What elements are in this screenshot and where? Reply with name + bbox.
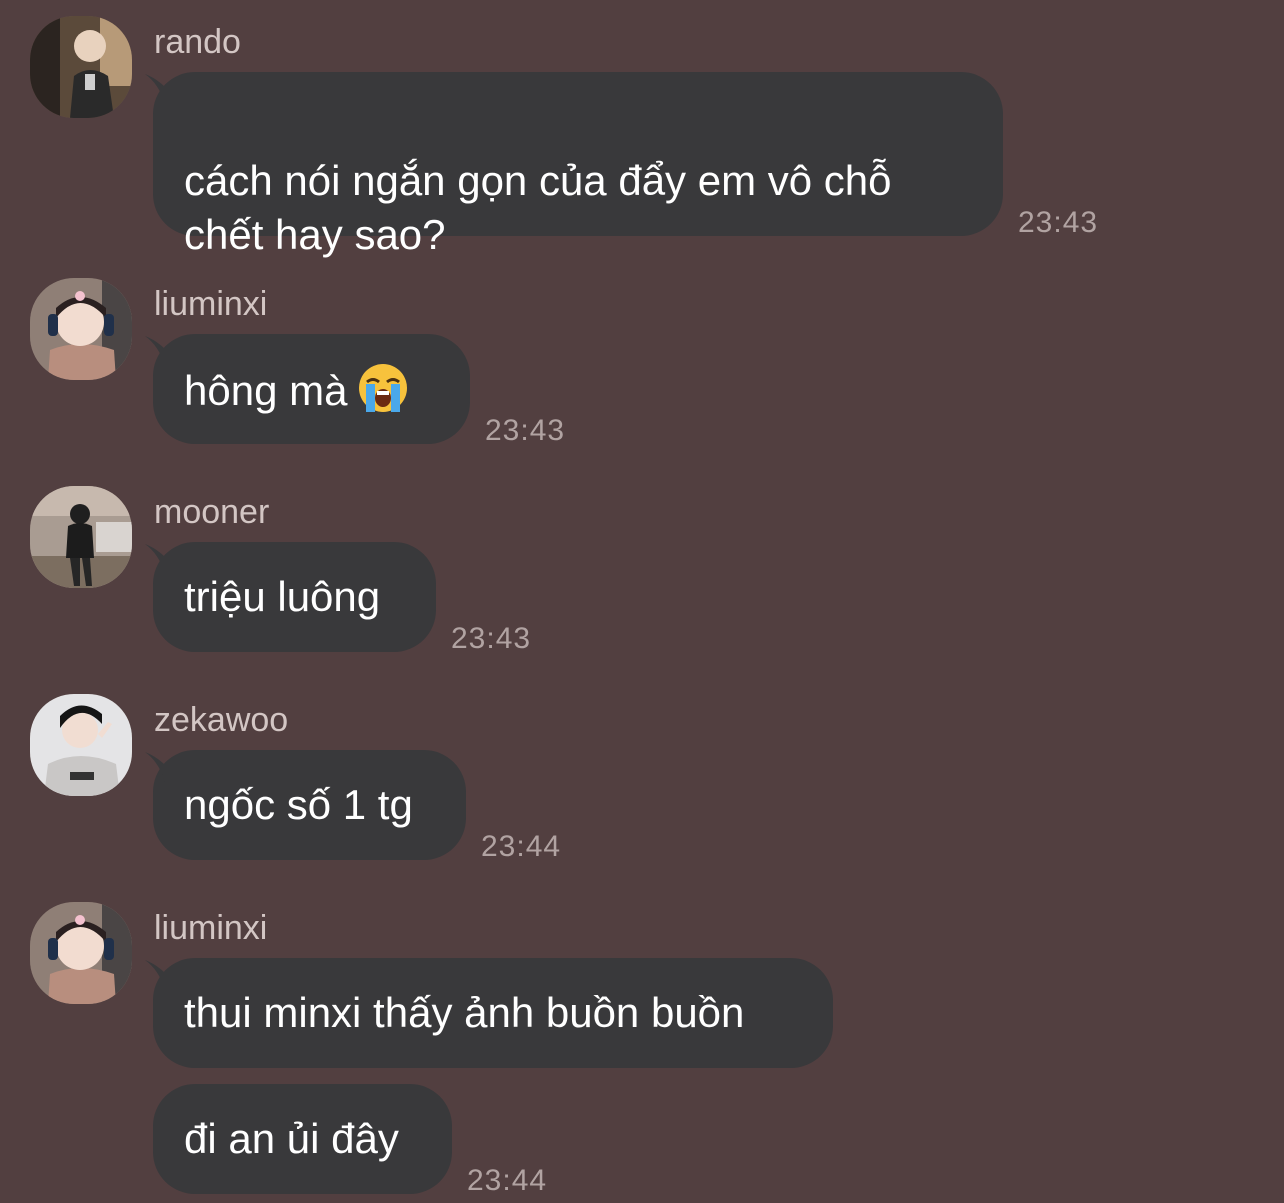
sender-name[interactable]: mooner bbox=[154, 492, 269, 532]
message-text: ngốc số 1 tg bbox=[184, 781, 413, 828]
message-text: hông mà bbox=[184, 367, 348, 414]
bubble-tail bbox=[145, 544, 175, 574]
message-timestamp: 23:43 bbox=[485, 414, 566, 447]
avatar-liuminxi[interactable] bbox=[30, 278, 132, 380]
message-text: cách nói ngắn gọn của đẩy em vô chỗ chết… bbox=[184, 157, 892, 258]
message-timestamp: 23:43 bbox=[1018, 206, 1099, 239]
user-photo-icon bbox=[30, 486, 132, 588]
message-timestamp: 23:44 bbox=[481, 830, 562, 863]
message-bubble[interactable]: ngốc số 1 tg bbox=[153, 750, 466, 860]
bubble-tail bbox=[145, 74, 175, 104]
user-photo-icon bbox=[30, 16, 132, 118]
avatar-zekawoo[interactable] bbox=[30, 694, 132, 796]
sender-name[interactable]: zekawoo bbox=[154, 700, 288, 740]
message-timestamp: 23:43 bbox=[451, 622, 532, 655]
message-bubble[interactable]: cách nói ngắn gọn của đẩy em vô chỗ chết… bbox=[153, 72, 1003, 258]
sender-name[interactable]: liuminxi bbox=[154, 284, 267, 324]
bubble-tail bbox=[145, 960, 175, 990]
message-bubble[interactable]: thui minxi thấy ảnh buồn buồn bbox=[153, 958, 833, 1068]
user-photo-icon bbox=[30, 902, 132, 1004]
message-bubble[interactable]: hông mà bbox=[153, 334, 470, 444]
sender-name[interactable]: liuminxi bbox=[154, 908, 267, 948]
avatar-mooner[interactable] bbox=[30, 486, 132, 588]
bubble-tail bbox=[145, 336, 175, 366]
message-timestamp: 23:44 bbox=[467, 1164, 548, 1197]
message-text: triệu luông bbox=[184, 573, 381, 620]
user-photo-icon bbox=[30, 694, 132, 796]
loudly-crying-face-icon bbox=[359, 364, 408, 412]
sender-name[interactable]: rando bbox=[154, 22, 241, 62]
message-text: đi an ủi đây bbox=[184, 1115, 399, 1162]
user-photo-icon bbox=[30, 278, 132, 380]
message-bubble[interactable]: đi an ủi đây bbox=[153, 1084, 452, 1194]
avatar-rando[interactable] bbox=[30, 16, 132, 118]
message-text: thui minxi thấy ảnh buồn buồn bbox=[184, 989, 745, 1036]
chat-thread: rando cách nói ngắn gọn của đẩy em vô ch… bbox=[0, 0, 1284, 1203]
message-bubble[interactable]: triệu luông bbox=[153, 542, 436, 652]
bubble-tail bbox=[145, 752, 175, 782]
avatar-liuminxi[interactable] bbox=[30, 902, 132, 1004]
